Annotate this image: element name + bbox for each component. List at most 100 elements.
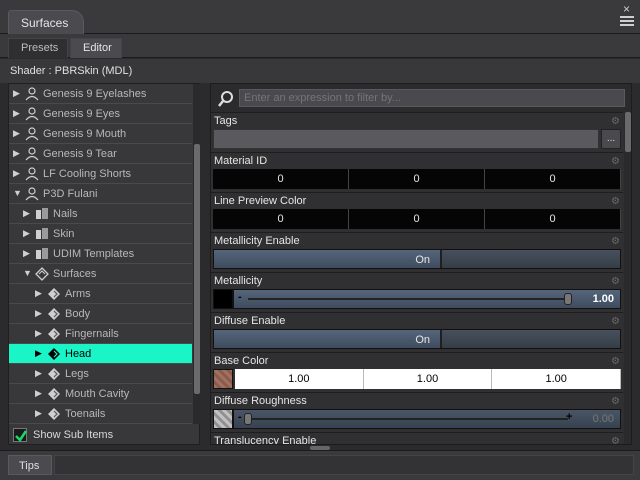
gear-icon[interactable]: ⚙ bbox=[611, 276, 621, 287]
window-tab-surfaces[interactable]: Surfaces bbox=[8, 10, 84, 34]
chevron-right-icon[interactable]: ▶ bbox=[23, 208, 30, 219]
gear-icon[interactable]: ⚙ bbox=[611, 196, 621, 207]
toggle-on[interactable]: On bbox=[214, 330, 440, 348]
chevron-down-icon[interactable]: ▼ bbox=[23, 268, 32, 278]
roughness-map-swatch[interactable] bbox=[213, 409, 233, 429]
tree-item-mouth-cavity[interactable]: ▶ Mouth Cavity bbox=[9, 384, 192, 404]
toggle-on[interactable]: On bbox=[214, 250, 440, 268]
value-field[interactable]: 0 bbox=[485, 209, 621, 229]
figure-icon bbox=[25, 107, 39, 121]
surface-icon bbox=[48, 388, 60, 400]
pane-menu-icon[interactable] bbox=[620, 14, 634, 28]
chevron-right-icon[interactable]: ▶ bbox=[23, 228, 30, 239]
base-color-map-swatch[interactable] bbox=[213, 369, 233, 389]
tree-item-label: Head bbox=[65, 348, 92, 360]
value-field[interactable]: 0 bbox=[349, 169, 485, 189]
prop-title: Metallicity Enable bbox=[214, 235, 300, 247]
chevron-down-icon[interactable]: ▼ bbox=[13, 188, 22, 198]
gear-icon[interactable]: ⚙ bbox=[611, 156, 621, 167]
decrement-icon[interactable]: - bbox=[238, 291, 242, 303]
value-field[interactable]: 0 bbox=[213, 169, 349, 189]
chevron-right-icon[interactable]: ▶ bbox=[35, 368, 42, 379]
toggle-off[interactable] bbox=[442, 330, 620, 348]
gear-icon[interactable]: ⚙ bbox=[611, 316, 621, 327]
filter-input[interactable] bbox=[239, 89, 625, 107]
chevron-right-icon[interactable]: ▶ bbox=[35, 408, 42, 419]
tab-tips[interactable]: Tips bbox=[8, 455, 52, 475]
value-field[interactable]: 1.00 bbox=[235, 369, 364, 389]
increment-icon[interactable]: + bbox=[566, 411, 572, 423]
gear-icon[interactable]: ⚙ bbox=[611, 236, 621, 247]
tree-item-body[interactable]: ▶ Body bbox=[9, 304, 192, 324]
prop-metallicity-enable: Metallicity Enable ⚙ On bbox=[211, 232, 623, 272]
chevron-right-icon[interactable]: ▶ bbox=[13, 108, 20, 119]
decrement-icon[interactable]: - bbox=[238, 411, 242, 423]
tree-item-label: Surfaces bbox=[53, 268, 97, 280]
material-id-fields: 0 0 0 bbox=[213, 169, 621, 189]
chevron-right-icon[interactable]: ▶ bbox=[13, 128, 20, 139]
figure-icon bbox=[25, 187, 39, 201]
tree-item-arms[interactable]: ▶ Arms bbox=[9, 284, 192, 304]
slider-value[interactable]: 0.00 bbox=[593, 413, 614, 425]
chevron-right-icon[interactable]: ▶ bbox=[35, 308, 42, 319]
chevron-right-icon[interactable]: ▶ bbox=[13, 148, 20, 159]
prop-title: Metallicity bbox=[214, 275, 263, 287]
value-field[interactable]: 1.00 bbox=[363, 369, 493, 389]
checkbox-icon[interactable] bbox=[13, 428, 28, 442]
show-sub-items-checkbox[interactable]: Show Sub Items bbox=[13, 426, 199, 444]
gear-icon[interactable]: ⚙ bbox=[611, 356, 621, 367]
metallicity-enable-toggle[interactable]: On bbox=[213, 249, 621, 269]
chevron-right-icon[interactable]: ▶ bbox=[23, 248, 30, 259]
slider-knob[interactable] bbox=[244, 413, 252, 425]
property-scrollbar[interactable] bbox=[624, 112, 631, 444]
gear-icon[interactable]: ⚙ bbox=[611, 436, 621, 444]
chevron-right-icon[interactable]: ▶ bbox=[35, 328, 42, 339]
prop-title: Base Color bbox=[214, 355, 269, 367]
tree-item-lf-cooling-shorts[interactable]: ▶ LF Cooling Shorts bbox=[9, 164, 192, 184]
slider-knob[interactable] bbox=[564, 293, 572, 305]
slider-value[interactable]: 1.00 bbox=[593, 293, 614, 305]
gear-icon[interactable]: ⚙ bbox=[611, 116, 621, 127]
tree-item-genesis-9-eyelashes[interactable]: ▶ Genesis 9 Eyelashes bbox=[9, 84, 192, 104]
tags-field[interactable] bbox=[213, 129, 599, 149]
tree-item-label: LF Cooling Shorts bbox=[43, 168, 132, 180]
tab-editor[interactable]: Editor bbox=[70, 38, 122, 58]
prop-diffuse-roughness: Diffuse Roughness ⚙ - + 0.00 bbox=[211, 392, 623, 432]
tags-browse-button[interactable]: ... bbox=[601, 129, 621, 149]
slider-track[interactable] bbox=[248, 418, 568, 420]
chevron-right-icon[interactable]: ▶ bbox=[35, 388, 42, 399]
tree-item-p3d-fulani[interactable]: ▼ P3D Fulani bbox=[9, 184, 192, 204]
value-field[interactable]: 0 bbox=[213, 209, 349, 229]
tree-item-udim-templates[interactable]: ▶ UDIM Templates bbox=[9, 244, 192, 264]
diffuse-enable-toggle[interactable]: On bbox=[213, 329, 621, 349]
tree-item-toenails[interactable]: ▶ Toenails bbox=[9, 404, 192, 424]
metallicity-map-swatch[interactable] bbox=[213, 289, 233, 309]
figure-icon bbox=[25, 127, 39, 141]
tree-item-genesis-9-mouth[interactable]: ▶ Genesis 9 Mouth bbox=[9, 124, 192, 144]
tree-item-surfaces[interactable]: ▼ Surfaces bbox=[9, 264, 192, 284]
tree-item-genesis-9-tear[interactable]: ▶ Genesis 9 Tear bbox=[9, 144, 192, 164]
group-icon bbox=[36, 208, 48, 219]
chevron-right-icon[interactable]: ▶ bbox=[35, 288, 42, 299]
value-field[interactable]: 1.00 bbox=[492, 369, 622, 389]
slider-track[interactable] bbox=[248, 298, 568, 300]
tab-presets[interactable]: Presets bbox=[8, 38, 68, 58]
tree-item-fingernails[interactable]: ▶ Fingernails bbox=[9, 324, 192, 344]
chevron-right-icon[interactable]: ▶ bbox=[13, 88, 20, 99]
tree-item-legs[interactable]: ▶ Legs bbox=[9, 364, 192, 384]
tree-item-genesis-9-eyes[interactable]: ▶ Genesis 9 Eyes bbox=[9, 104, 192, 124]
value-field[interactable]: 0 bbox=[349, 209, 485, 229]
search-icon[interactable] bbox=[217, 90, 235, 108]
chevron-right-icon[interactable]: ▶ bbox=[35, 348, 42, 359]
tree-scrollbar[interactable] bbox=[193, 84, 201, 424]
metallicity-slider[interactable]: - 1.00 bbox=[233, 289, 621, 309]
tree-item-skin[interactable]: ▶ Skin bbox=[9, 224, 192, 244]
diffuse-roughness-slider[interactable]: - + 0.00 bbox=[233, 409, 621, 429]
value-field[interactable]: 0 bbox=[485, 169, 621, 189]
tree-item-head[interactable]: ▶ Head bbox=[9, 344, 192, 364]
toggle-off[interactable] bbox=[442, 250, 620, 268]
tree-item-label: Genesis 9 Mouth bbox=[43, 128, 127, 140]
gear-icon[interactable]: ⚙ bbox=[611, 396, 621, 407]
chevron-right-icon[interactable]: ▶ bbox=[13, 168, 20, 179]
tree-item-nails[interactable]: ▶ Nails bbox=[9, 204, 192, 224]
